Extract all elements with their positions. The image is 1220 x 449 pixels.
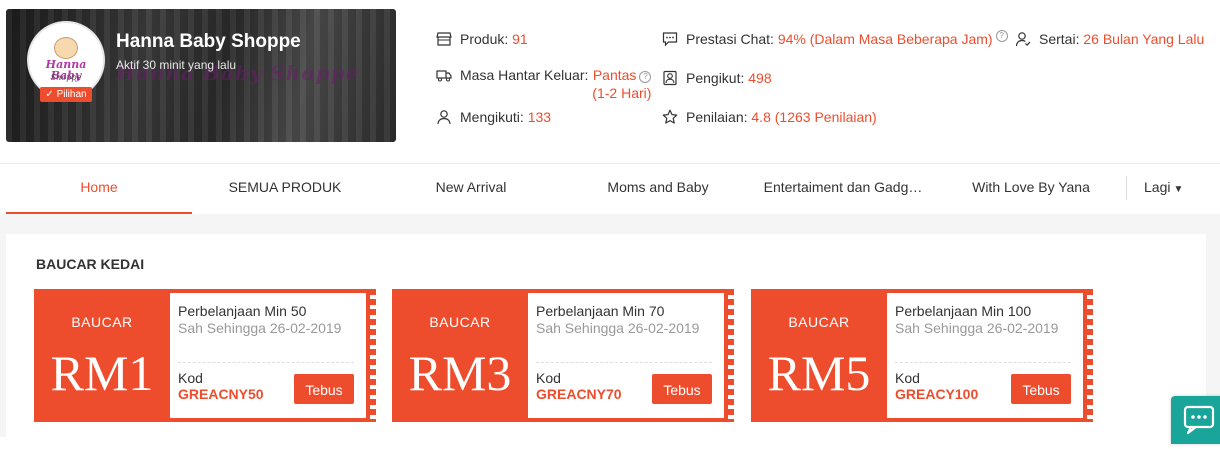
- stat-joined-label: Sertai:: [1039, 31, 1080, 47]
- section-title: BAUCAR KEDAI: [36, 256, 145, 272]
- voucher-details: Perbelanjaan Min 50 Sah Sehingga 26-02-2…: [170, 293, 366, 418]
- voucher-card: BAUCAR RM5 Perbelanjaan Min 100 Sah Sehi…: [751, 289, 1093, 422]
- voucher-amount-panel: BAUCAR RM3: [392, 289, 528, 422]
- shop-banner: Hanna Baby Shoppe Hanna Baby Shoppe ✓ Pi…: [6, 9, 396, 142]
- voucher-card: BAUCAR RM3 Perbelanjaan Min 70 Sah Sehin…: [392, 289, 734, 422]
- question-circle-icon[interactable]: ?: [995, 30, 1008, 42]
- stat-rating-value: 4.8 (1263 Penilaian): [751, 109, 877, 125]
- shop-name: Hanna Baby Shoppe: [116, 31, 301, 52]
- voucher-details: Perbelanjaan Min 70 Sah Sehingga 26-02-2…: [528, 293, 724, 418]
- stat-joined-value: 26 Bulan Yang Lalu: [1083, 31, 1205, 47]
- stat-chat-performance: Prestasi Chat: 94% (Dalam Masa Beberapa …: [662, 30, 1008, 48]
- shop-active-status: Aktif 30 minit yang lalu: [116, 58, 237, 72]
- stat-following-value: 133: [527, 109, 552, 125]
- shop-nav: Home SEMUA PRODUK New Arrival Moms and B…: [6, 164, 1220, 215]
- voucher-label: BAUCAR: [788, 314, 850, 330]
- nav-separator: [1126, 176, 1127, 200]
- preferred-badge-label: Pilihan: [56, 89, 87, 100]
- voucher-amount-panel: BAUCAR RM5: [751, 289, 887, 422]
- stat-rating-label: Penilaian:: [686, 109, 748, 125]
- voucher-label: BAUCAR: [71, 314, 133, 330]
- tab-moms-and-baby[interactable]: Moms and Baby: [565, 164, 751, 212]
- stat-products: Produk: 91: [436, 30, 528, 48]
- voucher-code-label: Kod: [178, 370, 203, 386]
- voucher-min-spend: Perbelanjaan Min 50: [178, 303, 307, 319]
- voucher-code-label: Kod: [895, 370, 920, 386]
- nav-more-dropdown[interactable]: Lagi ▼: [1144, 164, 1183, 213]
- caret-down-icon: ▼: [1173, 184, 1184, 195]
- star-icon: [662, 109, 678, 124]
- user-check-icon: [1015, 32, 1031, 47]
- claim-voucher-button[interactable]: Tebus: [1011, 374, 1071, 404]
- tab-with-love-by-yana[interactable]: With Love By Yana: [938, 164, 1124, 212]
- check-icon: ✓: [45, 89, 57, 100]
- voucher-expiry: Sah Sehingga 26-02-2019: [895, 320, 1059, 336]
- stat-products-value: 91: [512, 31, 528, 47]
- stat-ship-days: (1-2 Hari): [592, 85, 652, 101]
- tab-all-products[interactable]: SEMUA PRODUK: [192, 164, 378, 212]
- stat-ship-time: Masa Hantar Keluar: Pantas? (1-2 Hari): [436, 66, 652, 102]
- voucher-min-spend: Perbelanjaan Min 100: [895, 303, 1032, 319]
- stat-rating: Penilaian: 4.8 (1263 Penilaian): [662, 108, 877, 126]
- user-icon: [437, 110, 451, 125]
- stat-following: Mengikuti: 133: [436, 108, 551, 126]
- voucher-perforation: [1087, 289, 1093, 422]
- voucher-divider: [895, 362, 1071, 363]
- baby-face-icon: [54, 37, 78, 59]
- voucher-min-spend: Perbelanjaan Min 70: [536, 303, 665, 319]
- preferred-badge: ✓ Pilihan: [40, 87, 92, 102]
- voucher-code-label: Kod: [536, 370, 561, 386]
- voucher-code: GREACNY70: [536, 386, 622, 402]
- nav-more-label: Lagi: [1144, 179, 1171, 195]
- voucher-code: GREACNY50: [178, 386, 264, 402]
- voucher-details: Perbelanjaan Min 100 Sah Sehingga 26-02-…: [887, 293, 1083, 418]
- voucher-expiry: Sah Sehingga 26-02-2019: [178, 320, 342, 336]
- voucher-expiry: Sah Sehingga 26-02-2019: [536, 320, 700, 336]
- voucher-amount: RM3: [408, 345, 512, 401]
- claim-voucher-button[interactable]: Tebus: [652, 374, 712, 404]
- stat-chat-label: Prestasi Chat:: [686, 31, 774, 47]
- stat-ship-value: Pantas: [592, 67, 637, 83]
- voucher-amount: RM1: [50, 345, 154, 401]
- voucher-code: GREACY100: [895, 386, 979, 402]
- voucher-amount: RM5: [767, 345, 871, 401]
- question-circle-icon[interactable]: ?: [639, 71, 652, 83]
- stat-joined: Sertai: 26 Bulan Yang Lalu: [1015, 30, 1204, 48]
- stat-followers-value: 498: [748, 70, 772, 86]
- tab-home[interactable]: Home: [6, 164, 192, 215]
- stat-ship-label: Masa Hantar Keluar:: [460, 67, 589, 83]
- tab-new-arrival[interactable]: New Arrival: [378, 164, 564, 212]
- voucher-amount-panel: BAUCAR RM1: [34, 289, 170, 422]
- stat-chat-value: 94% (Dalam Masa Beberapa Jam): [777, 31, 993, 47]
- voucher-perforation: [728, 289, 734, 422]
- tab-entertainment-gadget[interactable]: Entertaiment dan Gadg…: [754, 164, 932, 212]
- store-icon: [436, 32, 452, 46]
- voucher-perforation: [370, 289, 376, 422]
- stat-following-label: Mengikuti:: [460, 109, 524, 125]
- voucher-divider: [536, 362, 712, 363]
- voucher-divider: [178, 362, 354, 363]
- stat-followers-label: Pengikut:: [686, 70, 745, 86]
- stat-products-label: Produk:: [460, 31, 509, 47]
- followers-icon: [663, 70, 677, 86]
- stat-followers: Pengikut: 498: [662, 69, 772, 87]
- chat-bubble-icon: [662, 32, 678, 47]
- voucher-card: BAUCAR RM1 Perbelanjaan Min 50 Sah Sehin…: [34, 289, 376, 422]
- claim-voucher-button[interactable]: Tebus: [294, 374, 354, 404]
- voucher-label: BAUCAR: [429, 314, 491, 330]
- logo-subtext: Shoppe: [50, 73, 82, 82]
- truck-icon: [436, 70, 452, 82]
- stat-ship-value-block: Pantas? (1-2 Hari): [592, 66, 652, 102]
